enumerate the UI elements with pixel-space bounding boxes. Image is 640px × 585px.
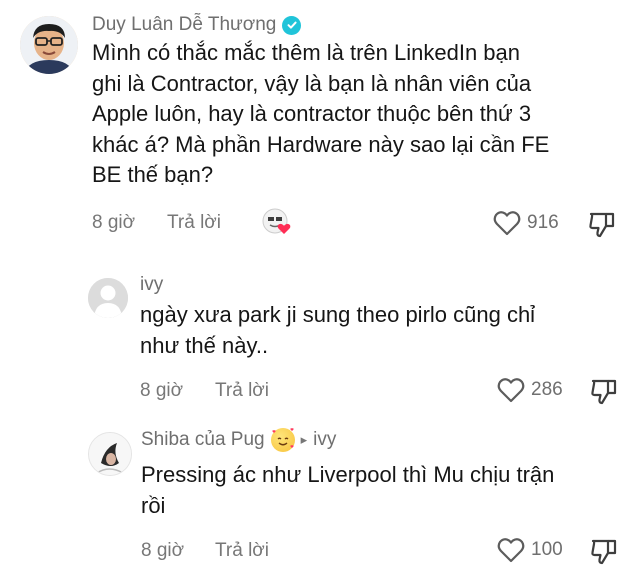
- username[interactable]: ivy: [140, 274, 163, 296]
- like-count: 916: [527, 212, 559, 233]
- username-text[interactable]: ivy: [140, 274, 163, 296]
- comment-1: Duy Luân Dễ Thương Mình có thắc mắc thêm…: [0, 0, 640, 250]
- avatar-image: [20, 16, 78, 74]
- comment-line: Apple luôn, hay là contractor thuộc bên …: [92, 101, 532, 126]
- verified-icon: [282, 15, 302, 35]
- reply-button[interactable]: Trả lời: [215, 380, 269, 402]
- comment-line: Mình có thắc mắc thêm là trên LinkedIn b…: [92, 40, 521, 65]
- like-control[interactable]: 916: [493, 210, 559, 236]
- heart-outline-icon[interactable]: [497, 537, 525, 563]
- reply-arrow-icon: ▸: [300, 432, 308, 447]
- like-count: 286: [531, 379, 563, 400]
- avatar-duy-luan[interactable]: [20, 16, 78, 74]
- comment-line: BE thế bạn?: [92, 162, 214, 187]
- default-avatar-icon: [88, 278, 128, 318]
- comment-time: 8 giờ: [92, 212, 136, 233]
- comment-2: ivy ngày xưa park ji sung theo pirlo cũn…: [0, 250, 640, 420]
- username[interactable]: Duy Luân Dễ Thương: [92, 14, 302, 36]
- username-text[interactable]: Duy Luân Dễ Thương: [92, 14, 276, 36]
- comment-time: 8 giờ: [141, 540, 185, 561]
- comment-line: như thế này..: [140, 332, 269, 358]
- comment-line: rồi: [141, 492, 166, 518]
- creator-heart-avatar-icon: [262, 208, 292, 236]
- heart-outline-icon[interactable]: [497, 377, 525, 403]
- reply-button[interactable]: Trả lời: [167, 212, 221, 234]
- dislike-icon[interactable]: [586, 209, 618, 246]
- comment-line: ghi là Contractor, vậy là bạn là nhân vi…: [92, 70, 532, 96]
- reply-button[interactable]: Trả lời: [215, 540, 269, 562]
- heart-outline-icon[interactable]: [493, 210, 521, 236]
- comment-line: Pressing ác như Liverpool thì Mu chịu tr…: [141, 462, 555, 487]
- username[interactable]: Shiba của Pug ▸ ivy: [141, 428, 336, 452]
- username-text[interactable]: Shiba của Pug: [141, 429, 265, 451]
- dislike-icon[interactable]: [588, 536, 620, 573]
- avatar-image: [89, 433, 131, 475]
- comment-line: khác á? Mà phần Hardware này sao lại cần…: [92, 131, 550, 157]
- avatar-ivy[interactable]: [88, 278, 128, 318]
- smiling-hearts-emoji-icon: [270, 428, 295, 452]
- comment-line: ngày xưa park ji sung theo pirlo cũng ch…: [140, 302, 536, 327]
- dislike-icon[interactable]: [588, 376, 620, 413]
- comment-3: Shiba của Pug ▸ ivy Pressing ác như Live…: [0, 420, 640, 585]
- like-count: 100: [531, 539, 563, 560]
- reply-to-username[interactable]: ivy: [313, 429, 336, 451]
- comment-text: Pressing ác như Liverpool thì Mu chịu tr…: [141, 460, 554, 521]
- like-control[interactable]: 100: [497, 537, 563, 563]
- comment-text: Mình có thắc mắc thêm là trên LinkedIn b…: [92, 38, 549, 191]
- like-control[interactable]: 286: [497, 377, 563, 403]
- comment-time: 8 giờ: [140, 380, 184, 401]
- comment-text: ngày xưa park ji sung theo pirlo cũng ch…: [140, 300, 535, 361]
- avatar-shiba[interactable]: [88, 432, 132, 476]
